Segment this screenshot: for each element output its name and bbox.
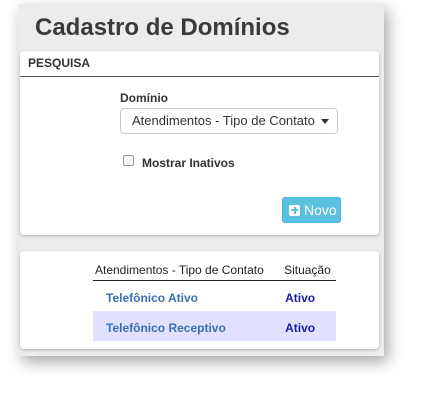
row-status: Ativo [285, 290, 316, 305]
domain-select-value: Atendimentos - Tipo de Contato [132, 113, 315, 128]
row-name-link[interactable]: Telefônico Receptivo [93, 311, 283, 341]
row-name-link[interactable]: Telefônico Ativo [93, 281, 282, 312]
table-header-row: Atendimentos - Tipo de Contato Situação [93, 262, 336, 281]
column-header-name[interactable]: Atendimentos - Tipo de Contato [93, 262, 283, 281]
new-button[interactable]: Novo [282, 197, 341, 223]
plus-square-icon [289, 204, 300, 216]
results-table: Atendimentos - Tipo de Contato Situação … [93, 262, 336, 341]
show-inactive-checkbox[interactable] [123, 155, 134, 166]
new-button-label: Novo [304, 202, 337, 218]
page-title: Cadastro de Domínios [35, 14, 290, 41]
table-row[interactable]: Telefônico Receptivo Ativo [93, 311, 336, 341]
results-panel: Atendimentos - Tipo de Contato Situação … [20, 251, 379, 349]
page-container: Cadastro de Domínios PESQUISA Domínio At… [18, 4, 384, 356]
show-inactive-label[interactable]: Mostrar Inativos [142, 156, 235, 170]
domain-label: Domínio [120, 91, 168, 105]
domain-select[interactable]: Atendimentos - Tipo de Contato [120, 108, 338, 134]
search-panel-heading: PESQUISA [20, 51, 379, 77]
column-header-status[interactable]: Situação [282, 262, 336, 281]
caret-down-icon [321, 119, 329, 124]
row-status: Ativo [282, 311, 336, 341]
search-panel: PESQUISA Domínio Atendimentos - Tipo de … [20, 51, 379, 235]
table-row[interactable]: Telefônico Ativo Ativo [93, 281, 336, 312]
